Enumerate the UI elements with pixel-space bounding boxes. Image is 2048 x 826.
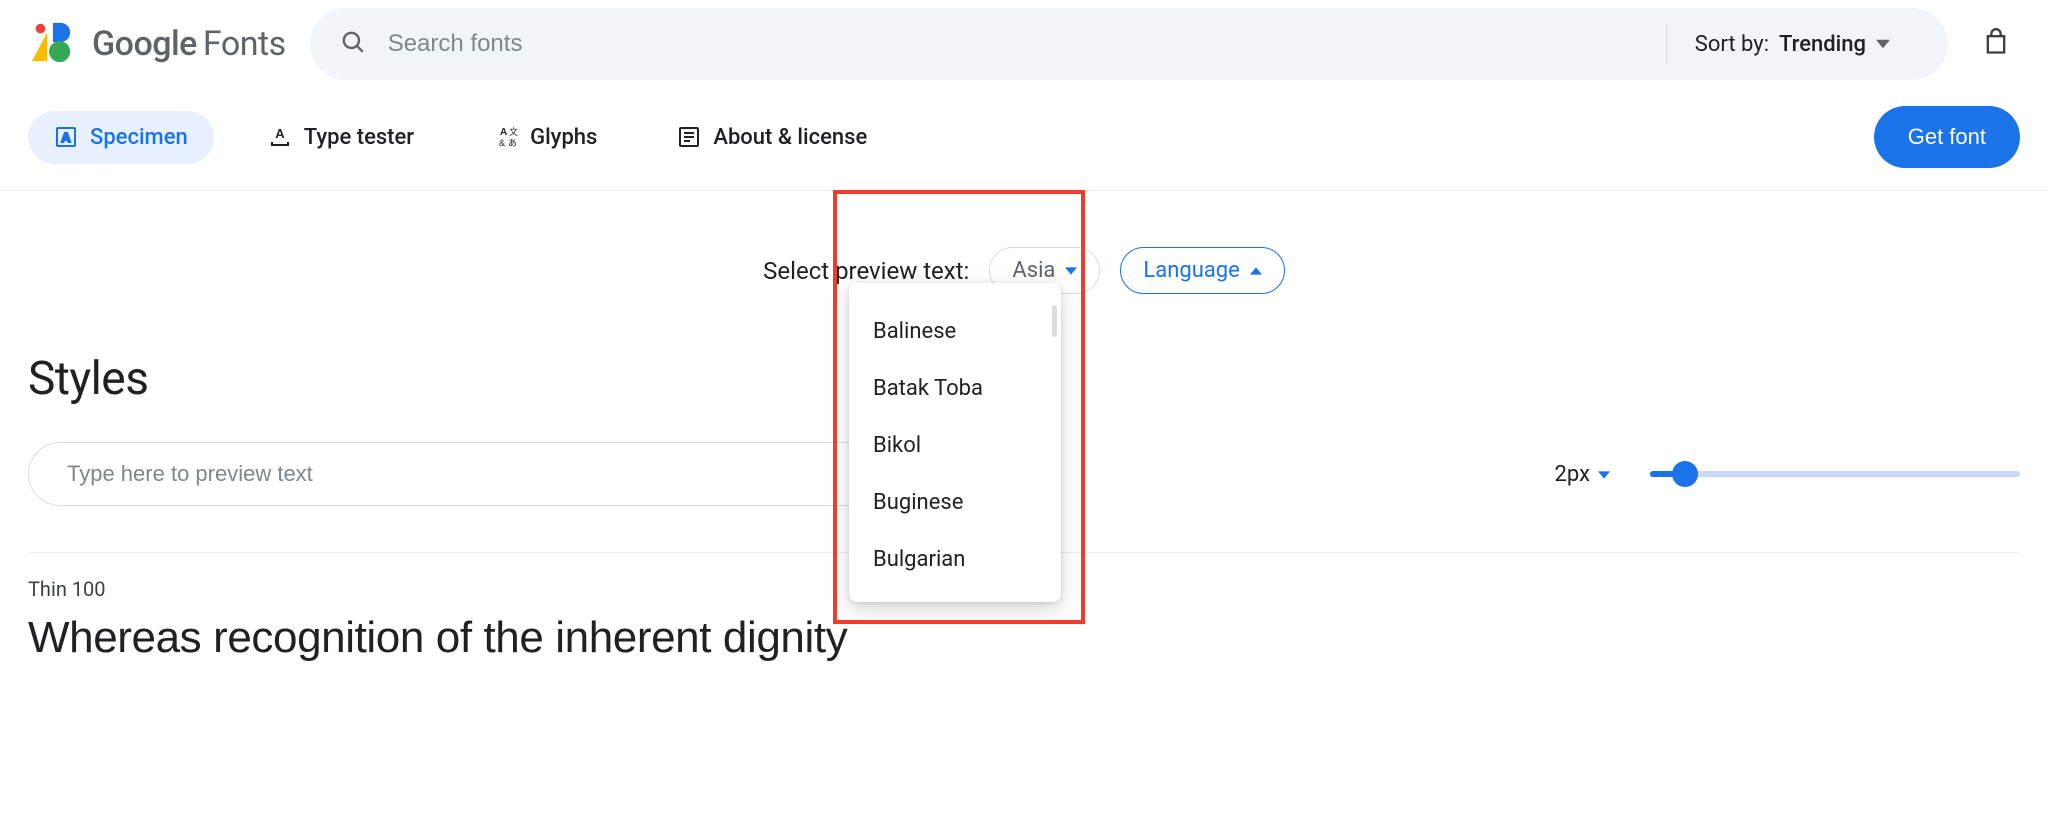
sort-label: Sort by: (1695, 32, 1769, 57)
style-sample-text: Whereas recognition of the inherent dign… (28, 613, 2020, 663)
brand-text: Google Fonts (92, 24, 286, 64)
caret-up-icon (1250, 258, 1262, 283)
language-dropdown-menu: Balinese Batak Toba Bikol Buginese Bulga… (849, 283, 1061, 602)
language-dropdown[interactable]: Language (1120, 247, 1284, 294)
shopping-bag-icon (1982, 28, 2010, 60)
fonts-logo-icon (28, 19, 74, 69)
brand-logo[interactable]: Google Fonts (28, 19, 286, 69)
tabs-row: A Specimen A Type tester A 文 (0, 88, 2048, 191)
caret-down-icon (1065, 258, 1077, 283)
tab-about[interactable]: About & license (651, 111, 893, 164)
sort-dropdown[interactable]: Sort by: Trending (1666, 24, 1918, 64)
shopping-bag-button[interactable] (1972, 20, 2020, 68)
brand-sub: Fonts (203, 24, 286, 64)
tab-label: Specimen (90, 125, 188, 150)
search-input[interactable] (386, 29, 1646, 59)
caret-down-icon (1876, 32, 1890, 57)
caret-down-icon (1598, 462, 1610, 487)
about-icon (677, 125, 701, 149)
get-font-button[interactable]: Get font (1874, 106, 2020, 168)
language-option[interactable]: Batak Toba (849, 360, 1061, 417)
svg-text:A: A (500, 127, 507, 138)
specimen-icon: A (54, 125, 78, 149)
svg-text:あ: あ (508, 138, 517, 148)
scrollbar-thumb[interactable] (1052, 305, 1057, 337)
search-icon (340, 29, 366, 59)
font-size-slider[interactable] (1650, 459, 2020, 489)
svg-text:A: A (61, 130, 71, 145)
type-tester-icon: A (268, 125, 292, 149)
tab-label: Glyphs (530, 125, 597, 150)
tab-label: Type tester (304, 125, 414, 150)
slider-track (1650, 471, 2020, 477)
language-option[interactable]: Balinese (849, 303, 1061, 360)
glyphs-icon: A 文 & あ (494, 125, 518, 149)
font-size-value: 2px (1555, 462, 1590, 487)
font-size-dropdown[interactable]: 2px (1555, 462, 1610, 487)
sort-value: Trending (1779, 32, 1866, 57)
language-option[interactable]: Bulgarian (849, 531, 1061, 588)
tab-type-tester[interactable]: A Type tester (242, 111, 440, 164)
language-option[interactable]: Buginese (849, 474, 1061, 531)
tab-glyphs[interactable]: A 文 & あ Glyphs (468, 111, 623, 164)
slider-thumb[interactable] (1672, 461, 1698, 487)
svg-text:A: A (275, 126, 285, 141)
tabs: A Specimen A Type tester A 文 (28, 111, 893, 164)
svg-text:文: 文 (509, 126, 518, 137)
search-bar[interactable]: Sort by: Trending (310, 8, 1948, 80)
app-header: Google Fonts Sort by: Trending (0, 0, 2048, 88)
tab-specimen[interactable]: A Specimen (28, 111, 214, 164)
tab-label: About & license (713, 125, 867, 150)
svg-text:&: & (499, 138, 505, 148)
preview-select-label: Select preview text: (763, 257, 969, 285)
region-value: Asia (1012, 258, 1055, 283)
language-label: Language (1143, 258, 1239, 283)
brand-main: Google (92, 24, 197, 64)
language-option[interactable]: Bikol (849, 417, 1061, 474)
